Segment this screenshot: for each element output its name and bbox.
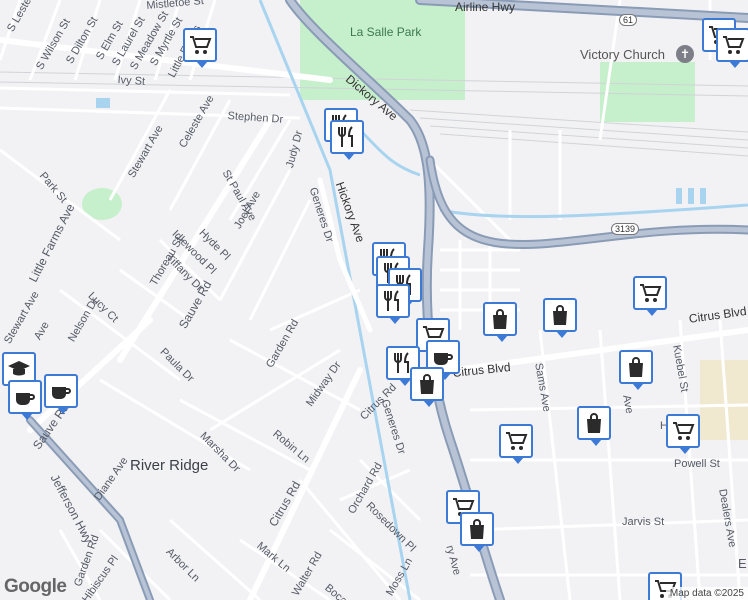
pond [96,98,110,108]
coffee-icon [52,387,71,399]
cart-icon [506,432,528,450]
route-shield: 61 [619,14,638,26]
area-label: River Ridge [130,457,209,474]
church-icon[interactable]: ✝ [676,45,694,63]
street-label: Powell St [674,458,720,470]
restaurant-marker[interactable] [376,284,410,324]
street-label: Ivy St [117,74,146,88]
street-label: E [738,556,747,571]
google-logo: Google [4,576,67,597]
shopping-marker[interactable] [410,367,444,407]
street-label: Jarvis St [622,516,665,528]
shopping-bag-icon [629,357,643,377]
restaurant-icon [384,290,399,311]
map-attribution[interactable]: Map data ©2025 [665,587,748,600]
grocery-marker[interactable] [499,424,533,464]
shopping-bag-icon [587,413,601,433]
church-label: Victory Church [580,47,666,62]
la-salle-park-area [300,0,465,100]
cart-icon [673,422,695,440]
shopping-bag-icon [420,374,434,394]
green-area [600,62,695,122]
grocery-marker[interactable] [666,414,700,454]
map-canvas[interactable]: La Salle Park Victory Church ✝ River Rid… [0,0,748,600]
coffee-icon [434,353,453,365]
shopping-marker[interactable] [483,302,517,342]
cart-icon [723,36,745,54]
school-icon [8,361,30,376]
shopping-bag-icon [493,309,507,329]
shopping-marker[interactable] [543,298,577,338]
shopping-marker[interactable] [619,350,653,390]
restaurant-marker[interactable] [330,120,364,160]
coffee-marker[interactable] [8,380,42,420]
restaurant-icon [338,126,353,147]
grocery-marker[interactable] [183,28,217,68]
cart-icon [190,36,212,54]
shopping-bag-icon [470,519,484,539]
shopping-marker[interactable] [577,406,611,446]
shopping-marker[interactable] [460,512,494,552]
cart-icon [640,284,662,302]
shopping-bag-icon [553,305,567,325]
grocery-marker[interactable] [633,276,667,316]
highway-label: Airline Hwy [455,0,516,14]
coffee-icon [16,393,35,405]
park-label: La Salle Park [350,25,422,39]
coffee-marker[interactable] [44,374,78,414]
grocery-marker[interactable] [716,28,748,68]
route-shield: 3139 [611,223,640,235]
